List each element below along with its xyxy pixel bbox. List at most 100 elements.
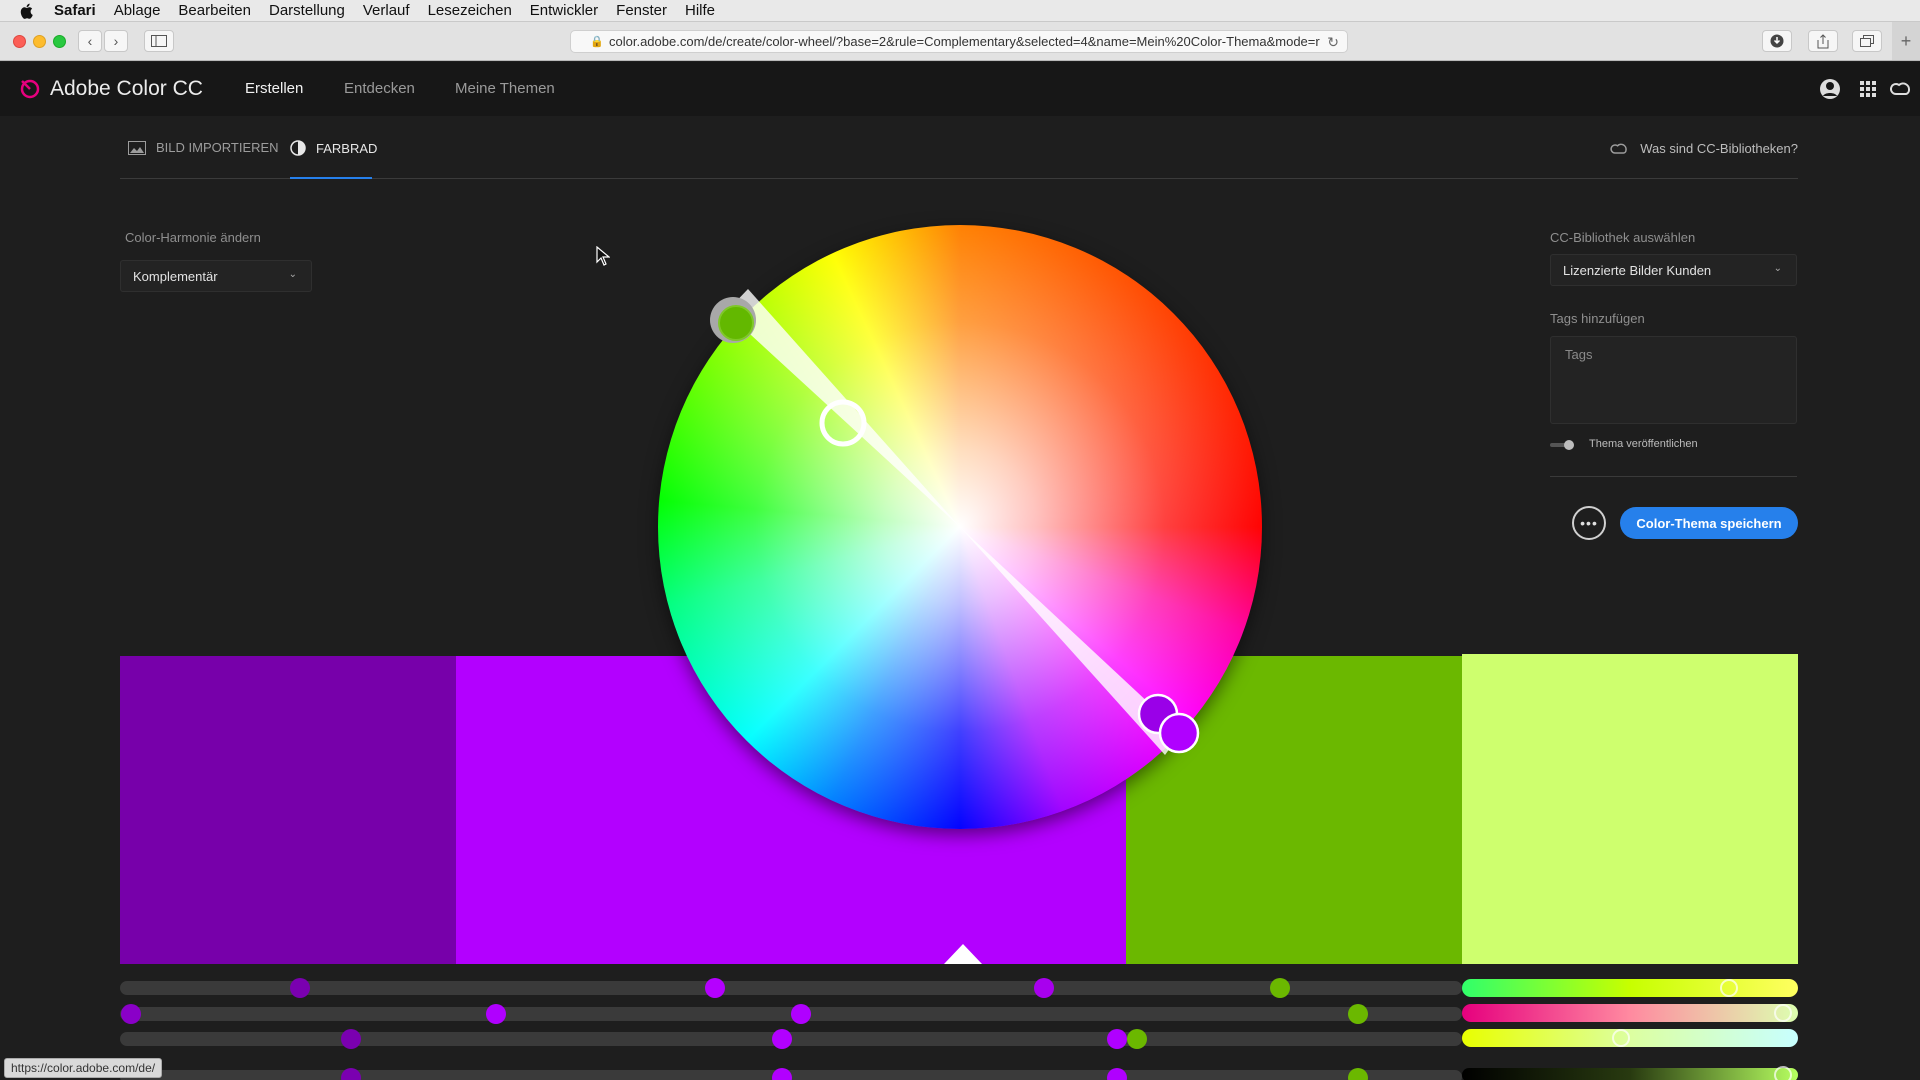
- publish-label: Thema veröffentlichen: [1589, 438, 1698, 450]
- selected-slider-dot[interactable]: [1612, 1029, 1630, 1047]
- save-theme-button[interactable]: Color-Thema speichern: [1620, 507, 1798, 539]
- panel-divider: [1550, 476, 1797, 477]
- back-icon: ‹: [87, 33, 93, 49]
- tabs-icon: [1860, 35, 1874, 47]
- publish-toggle[interactable]: [1550, 440, 1574, 450]
- download-button[interactable]: [1762, 30, 1792, 52]
- close-window-button[interactable]: [13, 35, 26, 48]
- slider-dot[interactable]: [791, 1004, 811, 1024]
- slider-dot[interactable]: [1107, 1029, 1127, 1049]
- color-wheel-icon: [290, 140, 306, 156]
- address-url: color.adobe.com/de/create/color-wheel/?b…: [609, 34, 1320, 49]
- tags-label: Tags hinzufügen: [1550, 311, 1645, 326]
- sidebar-icon: [151, 35, 167, 47]
- nav-meine-themen[interactable]: Meine Themen: [455, 80, 555, 97]
- selected-slider-dot[interactable]: [1774, 1004, 1792, 1022]
- forward-button[interactable]: ›: [104, 30, 128, 52]
- image-icon: [128, 140, 146, 155]
- share-button[interactable]: [1808, 30, 1838, 52]
- tab-farbrad[interactable]: FARBRAD: [290, 140, 377, 156]
- creative-cloud-icon: [1610, 143, 1627, 154]
- color-handle-2[interactable]: [1158, 712, 1200, 754]
- slider-dot[interactable]: [486, 1004, 506, 1024]
- adobe-color-logo-icon[interactable]: [18, 77, 42, 101]
- tags-input[interactable]: Tags: [1550, 336, 1797, 424]
- tab-farbrad-label: FARBRAD: [316, 140, 378, 156]
- save-theme-label: Color-Thema speichern: [1636, 515, 1782, 531]
- selected-swatch-indicator: [944, 944, 982, 964]
- color-swatch-1[interactable]: [120, 656, 456, 964]
- safari-toolbar: ‹ › 🔒 color.adobe.com/de/create/color-wh…: [0, 22, 1920, 61]
- new-tab-button[interactable]: +: [1892, 22, 1920, 60]
- menu-safari[interactable]: Safari: [54, 2, 96, 19]
- tab-bild-importieren-label: BILD IMPORTIEREN: [156, 140, 279, 155]
- selected-saturation-slider[interactable]: [1462, 1004, 1798, 1022]
- menu-verlauf[interactable]: Verlauf: [363, 2, 410, 19]
- tags-placeholder: Tags: [1565, 347, 1593, 362]
- slider-dot[interactable]: [1270, 978, 1290, 998]
- hue-slider-track[interactable]: [120, 981, 1462, 995]
- harmony-label: Color-Harmonie ändern: [125, 230, 261, 245]
- menu-bearbeiten[interactable]: Bearbeiten: [178, 2, 251, 19]
- nav-erstellen[interactable]: Erstellen: [245, 80, 303, 97]
- cc-libraries-help-label: Was sind CC-Bibliotheken?: [1640, 140, 1798, 156]
- slider-dot[interactable]: [341, 1029, 361, 1049]
- menu-entwickler[interactable]: Entwickler: [530, 2, 598, 19]
- selected-slider-dot[interactable]: [1720, 979, 1738, 997]
- handle-line-base: [726, 289, 960, 527]
- tabs-overview-button[interactable]: [1852, 30, 1882, 52]
- lock-icon: 🔒: [590, 36, 604, 48]
- menu-lesezeichen[interactable]: Lesezeichen: [428, 2, 512, 19]
- tab-bild-importieren[interactable]: BILD IMPORTIEREN: [128, 140, 279, 155]
- selected-brightness-slider[interactable]: [1462, 1029, 1798, 1047]
- slider-dot[interactable]: [772, 1029, 792, 1049]
- harmony-value: Komplementär: [133, 268, 218, 284]
- mouse-cursor-icon: [596, 246, 610, 266]
- user-icon[interactable]: [1819, 78, 1841, 100]
- selected-hue-slider[interactable]: [1462, 979, 1798, 997]
- color-swatch-5[interactable]: [1462, 654, 1798, 964]
- minimize-window-button[interactable]: [33, 35, 46, 48]
- menu-darstellung[interactable]: Darstellung: [269, 2, 345, 19]
- active-tab-indicator: [290, 177, 372, 179]
- harmony-dropdown[interactable]: Komplementär ⌄: [120, 260, 312, 292]
- menu-ablage[interactable]: Ablage: [114, 2, 161, 19]
- selected-slider-dot[interactable]: [1774, 1066, 1792, 1080]
- address-bar[interactable]: 🔒 color.adobe.com/de/create/color-wheel/…: [570, 30, 1348, 53]
- back-button[interactable]: ‹: [78, 30, 102, 52]
- slider-dot[interactable]: [1127, 1029, 1147, 1049]
- status-bar-url: https://color.adobe.com/de/: [4, 1058, 163, 1078]
- zoom-window-button[interactable]: [53, 35, 66, 48]
- more-options-button[interactable]: •••: [1572, 506, 1606, 540]
- apple-icon[interactable]: [18, 2, 36, 20]
- slider-dot[interactable]: [1348, 1004, 1368, 1024]
- slider-dot[interactable]: [1034, 978, 1054, 998]
- reload-icon[interactable]: ↻: [1327, 34, 1339, 51]
- color-handle-4[interactable]: [718, 305, 754, 341]
- library-value: Lizenzierte Bilder Kunden: [1563, 262, 1712, 278]
- macos-menu-bar: Safari Ablage Bearbeiten Darstellung Ver…: [0, 0, 1920, 22]
- library-label: CC-Bibliothek auswählen: [1550, 230, 1696, 245]
- new-tab-icon: +: [1900, 30, 1912, 51]
- chevron-down-icon: ⌄: [1773, 263, 1782, 274]
- forward-icon: ›: [113, 33, 119, 49]
- slider-dot[interactable]: [290, 978, 310, 998]
- apps-grid-icon[interactable]: [1857, 78, 1879, 100]
- brand-title[interactable]: Adobe Color CC: [50, 77, 203, 101]
- cc-libraries-help-link[interactable]: Was sind CC-Bibliotheken?: [1610, 140, 1798, 156]
- download-icon: [1770, 34, 1784, 48]
- sidebar-button[interactable]: [144, 30, 174, 52]
- chevron-down-icon: ⌄: [288, 269, 297, 280]
- menu-fenster[interactable]: Fenster: [616, 2, 667, 19]
- slider-dot[interactable]: [121, 1004, 141, 1024]
- slider-dot[interactable]: [705, 978, 725, 998]
- creative-cloud-icon[interactable]: [1890, 78, 1912, 100]
- menu-hilfe[interactable]: Hilfe: [685, 2, 715, 19]
- nav-entdecken[interactable]: Entdecken: [344, 80, 415, 97]
- share-icon: [1817, 33, 1829, 48]
- publish-toggle-knob: [1564, 440, 1574, 450]
- color-wheel[interactable]: [658, 225, 1262, 829]
- selected-fourth-slider[interactable]: [1462, 1068, 1798, 1080]
- mode-tabs: BILD IMPORTIEREN FARBRAD Was sind CC-Bib…: [120, 116, 1798, 179]
- library-dropdown[interactable]: Lizenzierte Bilder Kunden ⌄: [1550, 254, 1797, 286]
